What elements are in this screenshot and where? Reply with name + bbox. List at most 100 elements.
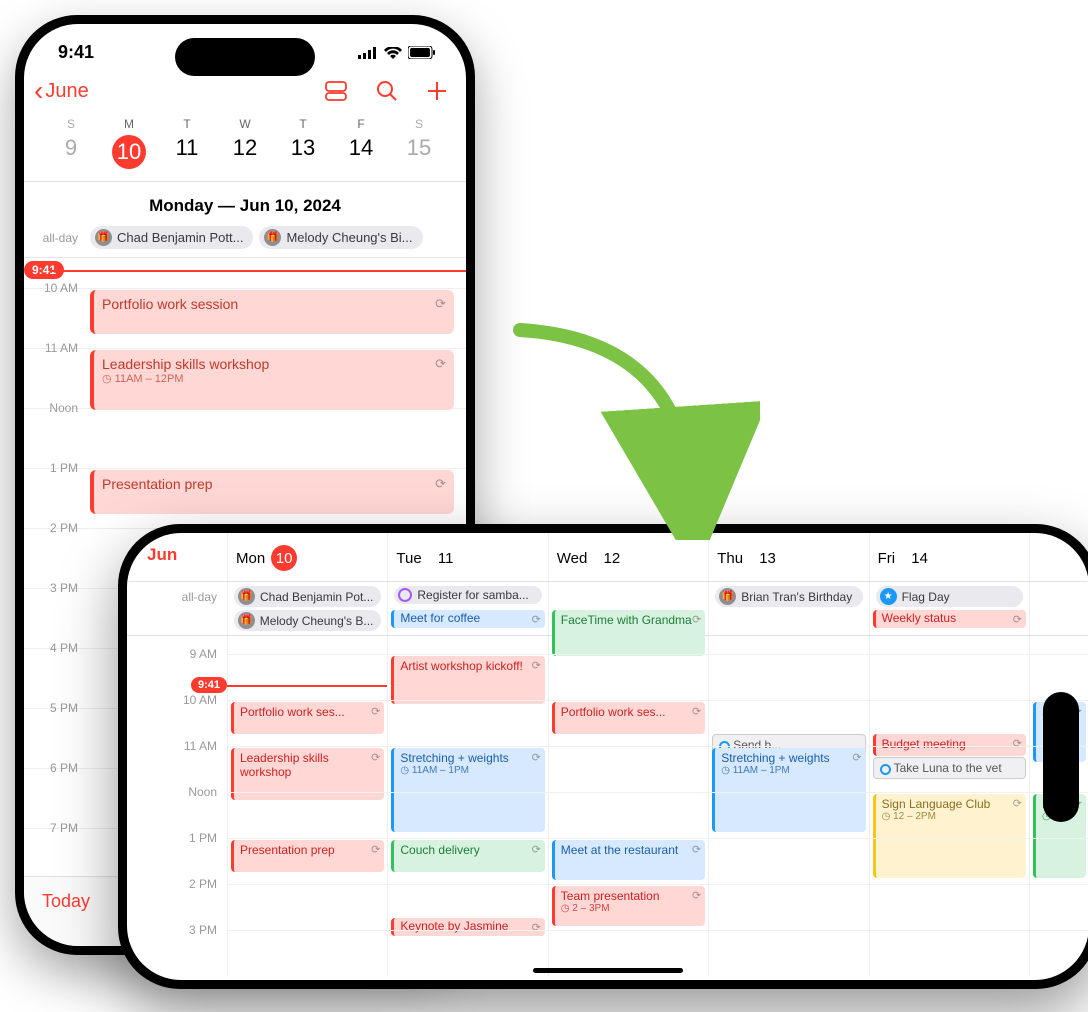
search-icon[interactable]: [376, 80, 398, 102]
allday-chip[interactable]: 🎁 Melody Cheung's Bi...: [259, 226, 422, 249]
calendar-event[interactable]: Portfolio work session⟳: [90, 290, 454, 334]
day-12[interactable]: 12: [216, 135, 274, 169]
allday-chip[interactable]: 🎁 Chad Benjamin Pott...: [90, 226, 253, 249]
star-icon: ★: [880, 588, 897, 605]
repeat-icon: ⟳: [435, 476, 446, 492]
calendar-event[interactable]: Sign Language Club◷ 12 – 2PM⟳: [873, 794, 1026, 878]
day-sat-partial[interactable]: [1029, 533, 1088, 581]
add-icon[interactable]: [426, 80, 448, 102]
iphone-landscape: Jun Mon 10 Tue 11 Wed 12 Thu 13 Fri 14 a…: [118, 524, 1088, 989]
gift-icon: 🎁: [719, 588, 736, 605]
now-line: [50, 270, 466, 272]
day-11[interactable]: 11: [158, 135, 216, 169]
allday-chip[interactable]: Register for samba...: [394, 586, 541, 604]
back-button[interactable]: ‹ June: [34, 77, 89, 105]
allday-chip[interactable]: ★Flag Day: [876, 586, 1023, 607]
hour-label: 2 PM: [24, 521, 78, 535]
allday-chip[interactable]: 🎁Melody Cheung's B...: [234, 610, 381, 631]
repeat-icon: ⟳: [1013, 737, 1022, 750]
week-header: Jun Mon 10 Tue 11 Wed 12 Thu 13 Fri 14: [127, 533, 1088, 582]
calendar-event[interactable]: Portfolio work ses...⟳: [552, 702, 705, 734]
view-mode-icon[interactable]: [324, 80, 348, 102]
hour-label: 7 PM: [24, 821, 78, 835]
repeat-icon: ⟳: [371, 705, 380, 718]
calendar-event[interactable]: FaceTime with Grandma⟳: [552, 610, 705, 656]
ring-icon: [880, 764, 891, 775]
dynamic-island: [175, 38, 315, 76]
calendar-event[interactable]: Team presentation◷ 2 – 3PM⟳: [552, 886, 705, 926]
now-line: [227, 685, 387, 687]
day-thu[interactable]: Thu 13: [708, 533, 868, 581]
calendar-event[interactable]: Take Luna to the vet: [873, 757, 1026, 779]
hour-label: 6 PM: [24, 761, 78, 775]
day-10-today[interactable]: 10: [100, 135, 158, 169]
allday-chip[interactable]: 🎁Brian Tran's Birthday: [715, 586, 862, 607]
calendar-event[interactable]: Meet at the restaurant⟳: [552, 840, 705, 880]
repeat-icon: ⟳: [692, 889, 701, 902]
hour-label: 10 AM: [183, 693, 217, 707]
gift-icon: 🎁: [264, 229, 281, 246]
weekday-header: S M T W T F S: [24, 113, 466, 131]
day-13[interactable]: 13: [274, 135, 332, 169]
week-grid[interactable]: 9 AM 10 AM 11 AM Noon 1 PM 2 PM 3 PM Portfolio…: [127, 636, 1088, 976]
gift-icon: 🎁: [238, 612, 255, 629]
repeat-icon: ⟳: [692, 843, 701, 856]
hour-label: Noon: [188, 785, 217, 799]
hour-label: 1 PM: [24, 461, 78, 475]
repeat-icon: ⟳: [1013, 797, 1022, 810]
repeat-icon: ⟳: [1013, 613, 1022, 626]
allday-cell: 🎁Brian Tran's Birthday: [708, 582, 868, 635]
calendar-event[interactable]: Keynote by Jasmine⟳: [391, 918, 544, 936]
rotate-arrow: [500, 310, 760, 540]
calendar-event[interactable]: Portfolio work ses...⟳: [231, 702, 384, 734]
day-tue[interactable]: Tue 11: [387, 533, 547, 581]
repeat-icon: ⟳: [532, 921, 541, 934]
wifi-icon: [384, 47, 402, 59]
day-14[interactable]: 14: [332, 135, 390, 169]
allday-row: all-day 🎁 Chad Benjamin Pott... 🎁 Melody…: [24, 226, 466, 258]
month-label[interactable]: Jun: [127, 533, 227, 581]
status-time: 9:41: [58, 42, 94, 63]
allday-chip[interactable]: 🎁Chad Benjamin Pot...: [234, 586, 381, 607]
calendar-event[interactable]: Couch delivery⟳: [391, 840, 544, 872]
hour-label: 3 PM: [189, 923, 217, 937]
battery-icon: [408, 46, 436, 59]
hour-label: 10 AM: [24, 281, 78, 295]
day-title: Monday — Jun 10, 2024: [24, 182, 466, 226]
calendar-event[interactable]: Meet for coffee⟳: [391, 610, 544, 628]
repeat-icon: ⟳: [532, 751, 541, 764]
home-indicator[interactable]: [533, 968, 683, 973]
day-wed[interactable]: Wed 12: [548, 533, 708, 581]
repeat-icon: ⟳: [692, 613, 701, 626]
repeat-icon: ⟳: [435, 296, 446, 312]
hour-label: 5 PM: [24, 701, 78, 715]
hour-label: 2 PM: [189, 877, 217, 891]
today-button[interactable]: Today: [42, 891, 90, 912]
allday-label: all-day: [34, 231, 84, 245]
repeat-icon: ⟳: [371, 751, 380, 764]
day-15[interactable]: 15: [390, 135, 448, 169]
calendar-event[interactable]: Presentation prep⟳: [231, 840, 384, 872]
repeat-icon: ⟳: [371, 843, 380, 856]
calendar-event[interactable]: Stretching + weights◷ 11AM – 1PM⟳: [712, 748, 865, 832]
hour-label: 1 PM: [189, 831, 217, 845]
calendar-event[interactable]: Artist workshop kickoff!⟳: [391, 656, 544, 704]
calendar-event[interactable]: Stretching + weights◷ 11AM – 1PM⟳: [391, 748, 544, 832]
day-9[interactable]: 9: [42, 135, 100, 169]
chevron-left-icon: ‹: [34, 77, 43, 105]
day-mon[interactable]: Mon 10: [227, 533, 387, 581]
hour-label: 9 AM: [190, 647, 217, 661]
cellular-icon: [358, 47, 378, 59]
gift-icon: 🎁: [238, 588, 255, 605]
calendar-event[interactable]: Presentation prep⟳: [90, 470, 454, 514]
calendar-event[interactable]: Weekly status⟳: [873, 610, 1026, 628]
weekday-numbers: 9 10 11 12 13 14 15: [24, 131, 466, 182]
hour-label: 4 PM: [24, 641, 78, 655]
repeat-icon: ⟳: [852, 751, 861, 764]
repeat-icon: ⟳: [532, 613, 541, 626]
day-fri[interactable]: Fri 14: [869, 533, 1029, 581]
hour-label: 11 AM: [184, 739, 217, 753]
back-label: June: [45, 80, 88, 103]
calendar-event[interactable]: Leadership skills workshop◷ 11AM – 12PM⟳: [90, 350, 454, 410]
repeat-icon: ⟳: [692, 705, 701, 718]
